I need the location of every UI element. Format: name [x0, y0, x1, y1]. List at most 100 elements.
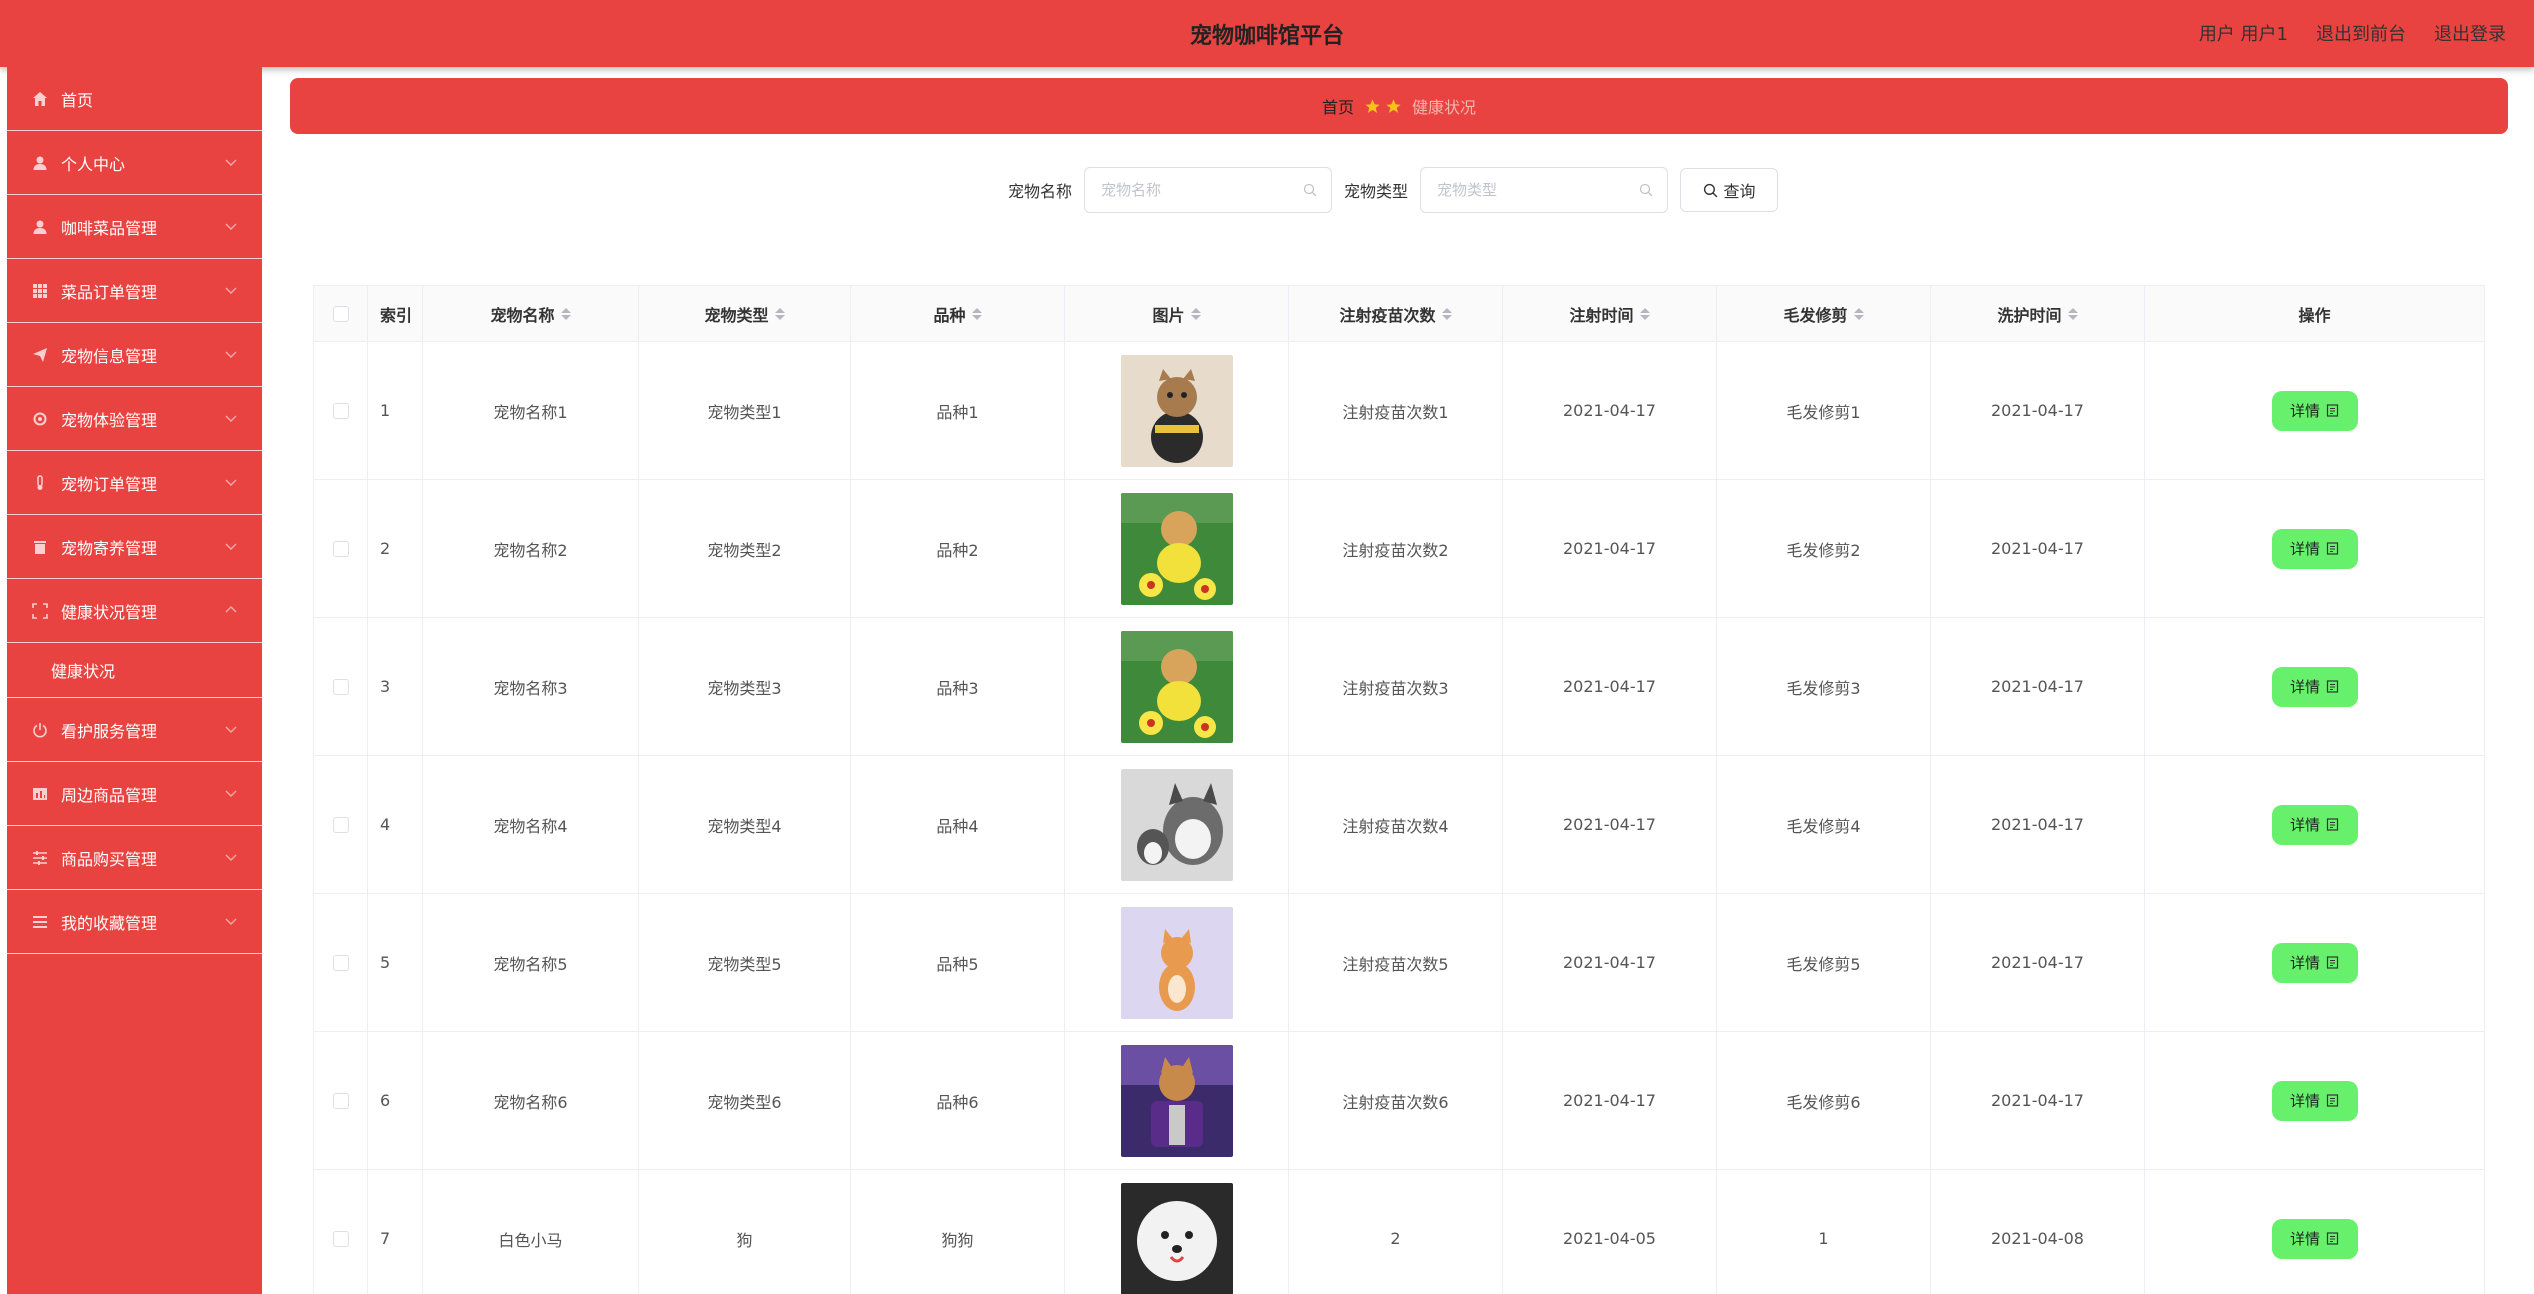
- header-breed[interactable]: 品种: [851, 286, 1065, 341]
- sidebar-item-label: 宠物订单管理: [61, 474, 158, 494]
- pet-photo[interactable]: [1120, 492, 1233, 605]
- detail-button-label: 详情: [2289, 1092, 2320, 1110]
- header-label: 注射疫苗次数: [1339, 305, 1436, 325]
- cell-text: 2021-04-17: [1991, 1091, 2084, 1110]
- cell-text: 1: [1818, 1229, 1829, 1248]
- user-label[interactable]: 用户 用户1: [2199, 20, 2288, 46]
- detail-button[interactable]: 详情: [2271, 528, 2358, 569]
- sidebar-item-label: 健康状况管理: [61, 602, 158, 622]
- pet-photo[interactable]: [1120, 768, 1233, 881]
- query-button[interactable]: 查询: [1680, 168, 1779, 212]
- document-icon: [2326, 818, 2339, 831]
- query-button-label: 查询: [1723, 182, 1756, 201]
- detail-button-label: 详情: [2289, 540, 2320, 558]
- chevron-down-icon: [225, 726, 237, 733]
- sidebar-item-dish-order[interactable]: 菜品订单管理: [7, 259, 262, 323]
- sort-icon[interactable]: [1441, 307, 1452, 320]
- pet-type-label: 宠物类型: [1344, 182, 1409, 201]
- header-injection-time[interactable]: 注射时间: [1503, 286, 1717, 341]
- gear-icon: [31, 410, 49, 428]
- sort-icon[interactable]: [1853, 307, 1864, 320]
- row-checkbox[interactable]: [332, 816, 349, 833]
- sort-icon[interactable]: [560, 307, 571, 320]
- cell-pet-type: 宠物类型3: [639, 618, 851, 755]
- sidebar-item-coffee-dish[interactable]: 咖啡菜品管理: [7, 195, 262, 259]
- sort-icon[interactable]: [774, 307, 785, 320]
- detail-button[interactable]: 详情: [2271, 1080, 2358, 1121]
- pet-type-input[interactable]: [1437, 181, 1640, 199]
- sidebar-item-personal-center[interactable]: 个人中心: [7, 131, 262, 195]
- cell-pet-name: 宠物名称4: [423, 756, 639, 893]
- cell-wash-time: 2021-04-17: [1931, 342, 2145, 479]
- header-pet-name[interactable]: 宠物名称: [423, 286, 639, 341]
- cell-text: 注射疫苗次数1: [1342, 402, 1449, 422]
- header-pet-type[interactable]: 宠物类型: [639, 286, 851, 341]
- pet-photo[interactable]: [1120, 1044, 1233, 1157]
- row-checkbox[interactable]: [332, 1230, 349, 1247]
- header-vaccine-count[interactable]: 注射疫苗次数: [1289, 286, 1503, 341]
- submenu-item-health-status[interactable]: 健康状况: [7, 643, 262, 698]
- breadcrumb-home[interactable]: 首页: [1322, 94, 1354, 118]
- row-checkbox[interactable]: [332, 540, 349, 557]
- sidebar-item-merchandise[interactable]: 周边商品管理: [7, 762, 262, 826]
- sidebar-item-label: 宠物体验管理: [61, 410, 158, 430]
- chevron-down-icon: [225, 790, 237, 797]
- select-all-checkbox[interactable]: [332, 305, 349, 322]
- sidebar-item-care-service[interactable]: 看护服务管理: [7, 698, 262, 762]
- cell-text: 5: [380, 953, 391, 972]
- detail-button[interactable]: 详情: [2271, 804, 2358, 845]
- sidebar-item-health-status[interactable]: 健康状况管理: [7, 579, 262, 643]
- home-icon: [31, 90, 49, 108]
- sidebar-item-pet-boarding[interactable]: 宠物寄养管理: [7, 515, 262, 579]
- row-checkbox[interactable]: [332, 1092, 349, 1109]
- detail-button[interactable]: 详情: [2271, 666, 2358, 707]
- sidebar-item-pet-info[interactable]: 宠物信息管理: [7, 323, 262, 387]
- cell-text: 宠物名称5: [493, 954, 568, 974]
- pet-type-field: [1420, 167, 1669, 213]
- cell-index: 6: [368, 1032, 423, 1169]
- row-checkbox[interactable]: [332, 954, 349, 971]
- sidebar-item-label: 咖啡菜品管理: [61, 218, 158, 238]
- header-hair-trim[interactable]: 毛发修剪: [1717, 286, 1931, 341]
- detail-button[interactable]: 详情: [2271, 1218, 2358, 1259]
- pet-photo[interactable]: [1120, 906, 1233, 1019]
- cell-text: 7: [380, 1229, 391, 1248]
- pet-photo[interactable]: [1120, 354, 1233, 467]
- sidebar-item-pet-experience[interactable]: 宠物体验管理: [7, 387, 262, 451]
- document-icon: [2326, 404, 2339, 417]
- row-select-cell: [313, 756, 368, 893]
- detail-button[interactable]: 详情: [2271, 390, 2358, 431]
- pet-name-input[interactable]: [1101, 181, 1304, 199]
- detail-button[interactable]: 详情: [2271, 942, 2358, 983]
- header-wash-time[interactable]: 洗护时间: [1931, 286, 2145, 341]
- row-select-cell: [313, 480, 368, 617]
- cell-text: 2021-04-17: [1991, 953, 2084, 972]
- row-checkbox[interactable]: [332, 402, 349, 419]
- cell-actions: 详情: [2145, 894, 2485, 1031]
- sort-icon[interactable]: [971, 307, 982, 320]
- sort-icon[interactable]: [1190, 307, 1201, 320]
- pet-photo[interactable]: [1120, 630, 1233, 743]
- cell-breed: 狗狗: [851, 1170, 1065, 1294]
- sidebar-item-pet-order[interactable]: 宠物订单管理: [7, 451, 262, 515]
- sidebar-item-favorites[interactable]: 我的收藏管理: [7, 890, 262, 954]
- header-label: 宠物类型: [704, 305, 769, 325]
- cell-text: 6: [380, 1091, 391, 1110]
- pet-photo[interactable]: [1120, 1182, 1233, 1294]
- header-index: 索引: [368, 286, 423, 341]
- sidebar-item-label: 宠物信息管理: [61, 346, 158, 366]
- sort-icon[interactable]: [1639, 307, 1650, 320]
- app-title: 宠物咖啡馆平台: [1189, 24, 1344, 49]
- cell-pet-type: 宠物类型5: [639, 894, 851, 1031]
- sidebar-item-home[interactable]: 首页: [7, 67, 262, 131]
- to-front-link[interactable]: 退出到前台: [2316, 20, 2406, 46]
- header-photo[interactable]: 图片: [1065, 286, 1289, 341]
- table-body: 1 宠物名称1 宠物类型1 品种1 注射疫苗次数1 2021-04-17 毛发修剪1 2021…: [313, 342, 2485, 1294]
- sidebar-item-purchase[interactable]: 商品购买管理: [7, 826, 262, 890]
- cell-photo: [1065, 1170, 1289, 1294]
- row-checkbox[interactable]: [332, 678, 349, 695]
- cell-hair-trim: 毛发修剪4: [1717, 756, 1931, 893]
- logout-link[interactable]: 退出登录: [2434, 20, 2506, 46]
- sort-icon[interactable]: [2067, 307, 2078, 320]
- sidebar-item-label: 周边商品管理: [61, 785, 158, 805]
